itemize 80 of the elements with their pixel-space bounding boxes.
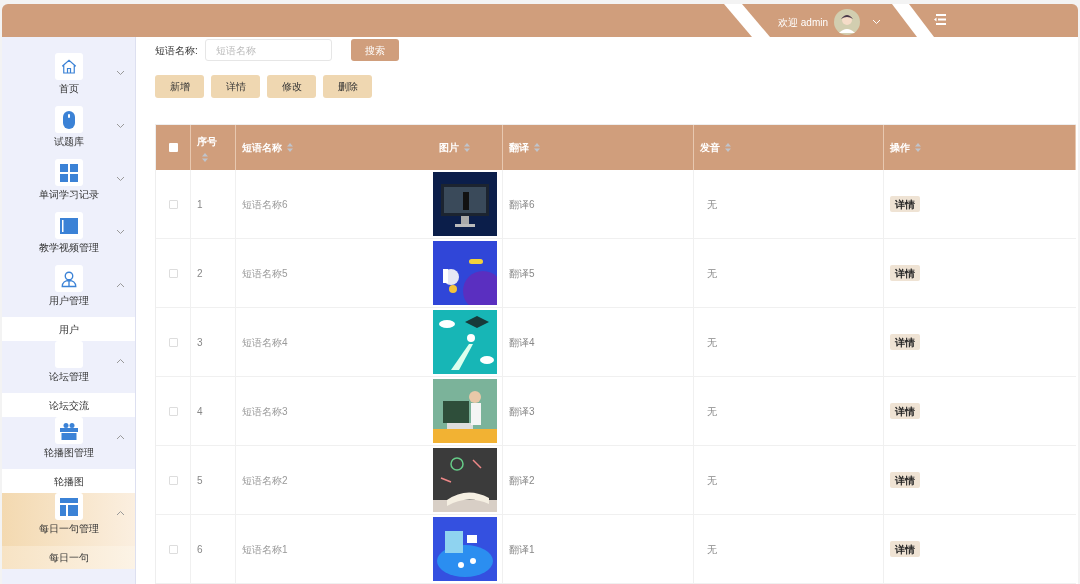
table-cell-text: 4 [197,404,203,419]
table-cell-text: 翻译1 [509,542,535,557]
sidebar-item[interactable]: 首页 [2,53,135,106]
submenu-item[interactable]: 用户 [2,317,135,341]
gift-icon [59,421,78,440]
menu-fold-icon[interactable] [934,14,946,25]
chevron-up-icon [116,510,125,516]
user-icon [59,269,78,288]
table-cell-text: 5 [197,473,203,488]
sidebar-item[interactable]: 轮播图管理 [2,417,135,470]
sidebar-item[interactable]: 每日一句管理 [2,493,135,546]
table-cell-text: 短语名称6 [242,197,288,212]
table-cell-text: 翻译2 [509,473,535,488]
table-cell-text: 翻译3 [509,404,535,419]
table-cell-text: 短语名称4 [242,335,288,350]
table-cell-text: 短语名称2 [242,473,288,488]
detail-button[interactable]: 详情 [890,265,920,281]
search-field[interactable]: 短语名称 [205,39,332,61]
row-checkbox[interactable] [168,475,178,485]
table-cell-text: 短语名称3 [242,404,288,419]
select-all-checkbox[interactable] [168,143,178,152]
sidebar-item[interactable]: 试题库 [2,106,135,159]
table-cell-text: 3 [197,335,203,350]
row-checkbox[interactable] [168,199,178,209]
table-cell-text: 无 [707,266,717,281]
home-icon [59,57,78,76]
table-cell-text: 翻译6 [509,197,535,212]
field-label: 短语名称: [155,43,199,58]
table-cell-text: 无 [707,542,717,557]
table-cell-text: 2 [197,266,203,281]
table-cell-text: 无 [707,197,717,212]
table-cell-text: 无 [707,335,717,350]
chevron-down-icon [116,176,125,182]
row-checkbox[interactable] [168,544,178,554]
row-checkbox[interactable] [168,406,178,416]
sort-icon [464,143,470,152]
detail-button[interactable]: 详情 [890,472,920,488]
sidebar-item[interactable]: 单词学习记录 [2,159,135,212]
row-checkbox[interactable] [168,337,178,347]
detail-button[interactable]: 详情 [890,334,920,350]
chevron-up-icon [116,282,125,288]
table-cell-text: 无 [707,473,717,488]
submenu-item[interactable]: 轮播图 [2,469,135,493]
chevron-down-icon [116,123,125,129]
toolbar-button[interactable]: 删除 [323,75,372,98]
mouse-icon [61,109,76,130]
sidebar-item[interactable]: 教学视频管理 [2,212,135,265]
submenu-item[interactable]: 每日一句 [2,545,135,569]
chevron-down-icon[interactable] [872,19,881,25]
sort-icon [202,152,208,162]
row-checkbox[interactable] [168,268,178,278]
detail-button[interactable]: 详情 [890,196,920,212]
chevron-up-icon [116,434,125,440]
toolbar-button[interactable]: 详情 [211,75,260,98]
table-cell-text: 无 [707,404,717,419]
submenu-item[interactable]: 论坛交流 [2,393,135,417]
table-cell-text: 1 [197,197,203,212]
table-cell-text: 翻译4 [509,335,535,350]
table-cell-text: 短语名称1 [242,542,288,557]
grid-icon [59,163,78,182]
sort-icon [725,143,731,152]
table-cell-text: 6 [197,542,203,557]
toolbar-button[interactable]: 修改 [267,75,316,98]
avatar-icon[interactable] [834,9,860,35]
detail-button[interactable]: 详情 [890,541,920,557]
toolbar-button[interactable]: 新增 [155,75,204,98]
sidebar-item[interactable]: 用户管理 [2,265,135,318]
panel-icon [59,217,78,234]
sort-icon [287,143,293,152]
chevron-down-icon [116,70,125,76]
table-cell-text: 翻译5 [509,266,535,281]
sort-icon [534,143,540,152]
chevron-up-icon [116,358,125,364]
table-cell-text: 短语名称5 [242,266,288,281]
chevron-down-icon [116,229,125,235]
sort-icon [915,143,921,152]
welcome-text: 欢迎 admin [778,15,828,30]
layout-icon [59,497,78,516]
detail-button[interactable]: 详情 [890,403,920,419]
sidebar-item[interactable]: 论坛管理 [2,341,135,394]
